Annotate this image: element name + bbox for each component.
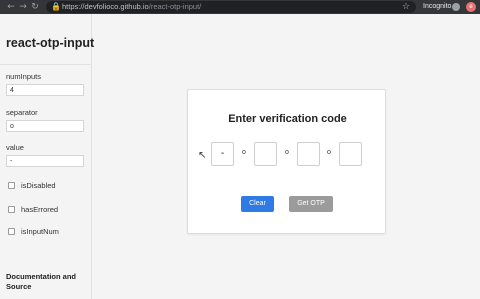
- otp-input-2[interactable]: [254, 142, 277, 166]
- incognito-icon: [452, 3, 460, 11]
- value-label: value: [6, 143, 24, 152]
- separator-label: separator: [6, 108, 38, 117]
- otp-separator: o: [242, 149, 246, 156]
- isinputnum-label: isInputNum: [21, 227, 59, 236]
- otp-input-1[interactable]: -: [211, 142, 234, 166]
- clear-button[interactable]: Clear: [241, 196, 274, 212]
- separator-input[interactable]: [6, 120, 84, 132]
- get-otp-button[interactable]: Get OTP: [289, 196, 333, 212]
- mouse-cursor-icon: ↖: [198, 150, 207, 161]
- forward-arrow-icon[interactable]: →: [18, 2, 28, 12]
- back-arrow-icon[interactable]: ←: [6, 2, 16, 12]
- url-text: https://devfolioco.github.io/react-otp-i…: [62, 1, 201, 13]
- card-title: Enter verification code: [228, 113, 347, 125]
- profile-avatar[interactable]: e: [466, 2, 476, 12]
- otp-input-3[interactable]: [297, 142, 320, 166]
- haserrored-label: hasErrored: [21, 205, 59, 214]
- otp-separator: o: [327, 149, 331, 156]
- url-host: https://devfolioco.github.io: [62, 2, 149, 11]
- numinputs-label: numInputs: [6, 72, 42, 81]
- haserrored-checkbox[interactable]: [8, 206, 15, 213]
- numinputs-input[interactable]: [6, 84, 84, 96]
- bookmark-star-icon[interactable]: ☆: [402, 1, 410, 13]
- reload-icon[interactable]: ↻: [30, 2, 40, 12]
- otp-separator: o: [285, 149, 289, 156]
- url-path: /react-otp-input/: [148, 2, 202, 11]
- browser-toolbar: ← → ↻ 🔒 https://devfolioco.github.io/rea…: [0, 0, 480, 14]
- sidebar: react-otp-input numInputs separator valu…: [0, 14, 95, 299]
- documentation-link[interactable]: Documentation and Source: [6, 272, 86, 292]
- incognito-label: Incognito: [423, 3, 452, 10]
- otp-input-4[interactable]: [339, 142, 362, 166]
- address-bar[interactable]: 🔒 https://devfolioco.github.io/react-otp…: [46, 1, 416, 13]
- otp-card: Enter verification code - o o o Clear Ge…: [187, 89, 386, 234]
- sidebar-divider: [0, 64, 92, 65]
- lock-icon: 🔒: [51, 2, 61, 11]
- isdisabled-label: isDisabled: [21, 181, 56, 190]
- sidebar-title: react-otp-input: [6, 36, 95, 50]
- isinputnum-checkbox[interactable]: [8, 228, 15, 235]
- value-input[interactable]: [6, 155, 84, 167]
- isdisabled-checkbox[interactable]: [8, 182, 15, 189]
